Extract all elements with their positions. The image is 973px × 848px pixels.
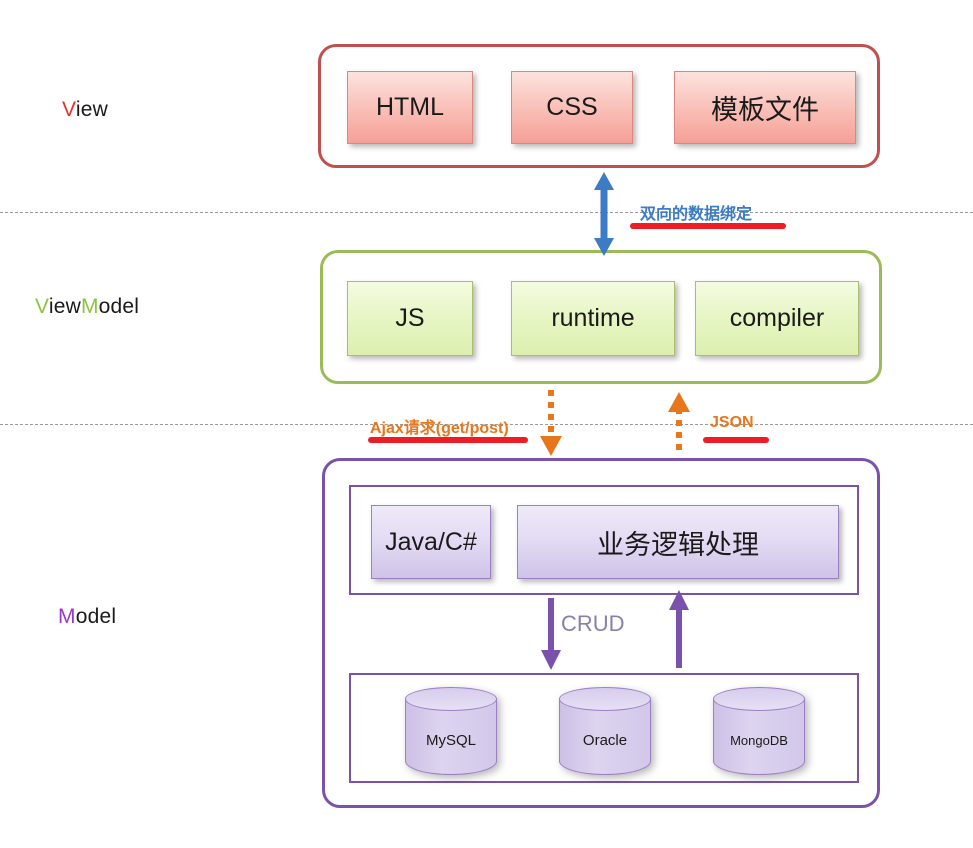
model-item-java-csharp[interactable]: Java/C# [371, 505, 491, 579]
view-item-css[interactable]: CSS [511, 71, 633, 144]
layer-label-model: Model [58, 605, 116, 629]
model-label-accent: M [58, 605, 76, 628]
viewmodel-item-compiler[interactable]: compiler [695, 281, 859, 356]
database-cylinder-mysql[interactable]: MySQL [405, 687, 497, 775]
annotation-ajax-request: Ajax请求(get/post) [370, 420, 509, 437]
mysql-cylinder-top [405, 687, 497, 711]
annotation-json: JSON [710, 414, 754, 431]
viewmodel-item-compiler-label: compiler [729, 304, 825, 332]
view-layer-container: HTML CSS 模板文件 [318, 44, 880, 168]
viewmodel-label-accent-m: M [80, 295, 99, 318]
viewmodel-label-accent-v: V [35, 295, 49, 318]
model-item-java-csharp-label: Java/C# [385, 527, 477, 556]
viewmodel-layer-container: JS runtime compiler [320, 250, 882, 384]
ajax-request-arrow [540, 390, 562, 456]
annotation-ajax-request-underline [368, 437, 528, 443]
view-label-rest: iew [75, 98, 108, 121]
view-item-template-file-label: 模板文件 [711, 95, 819, 125]
layer-label-view: View [62, 98, 108, 122]
annotation-json-underline [703, 437, 769, 443]
two-way-binding-arrow [594, 172, 614, 256]
database-cylinder-mongodb[interactable]: MongoDB [713, 687, 805, 775]
viewmodel-item-js[interactable]: JS [347, 281, 473, 356]
database-cylinder-oracle[interactable]: Oracle [559, 687, 651, 775]
annotation-two-way-binding: 双向的数据绑定 [640, 206, 753, 223]
model-layer-container: Java/C# 业务逻辑处理 CRUD MySQL Oracle MongoDB [322, 458, 880, 808]
oracle-cylinder-top [559, 687, 651, 711]
database-cylinder-mongodb-label: MongoDB [730, 733, 788, 748]
view-item-html[interactable]: HTML [347, 71, 473, 144]
viewmodel-item-runtime[interactable]: runtime [511, 281, 675, 356]
layer-label-viewmodel: ViewModel [35, 295, 139, 319]
viewmodel-label-rest: odel [98, 295, 140, 318]
model-logic-subcontainer: Java/C# 业务逻辑处理 [349, 485, 859, 595]
database-cylinder-oracle-label: Oracle [582, 732, 628, 749]
mongodb-cylinder-top [713, 687, 805, 711]
view-item-html-label: HTML [375, 93, 445, 121]
viewmodel-item-js-label: JS [395, 304, 425, 332]
view-label-accent: V [62, 98, 76, 121]
model-label-rest: odel [75, 605, 117, 628]
viewmodel-label-mid: iew [48, 295, 81, 318]
view-item-template-file[interactable]: 模板文件 [674, 71, 856, 144]
model-item-business-logic[interactable]: 业务逻辑处理 [517, 505, 839, 579]
model-database-subcontainer: MySQL Oracle MongoDB [349, 673, 859, 783]
model-item-business-logic-label: 业务逻辑处理 [597, 529, 759, 560]
divider-view-viewmodel [0, 212, 973, 213]
database-cylinder-mysql-label: MySQL [425, 732, 476, 749]
view-item-css-label: CSS [546, 93, 598, 121]
annotation-two-way-binding-underline [630, 223, 786, 229]
viewmodel-item-runtime-label: runtime [551, 304, 635, 332]
crud-label: CRUD [561, 611, 625, 636]
